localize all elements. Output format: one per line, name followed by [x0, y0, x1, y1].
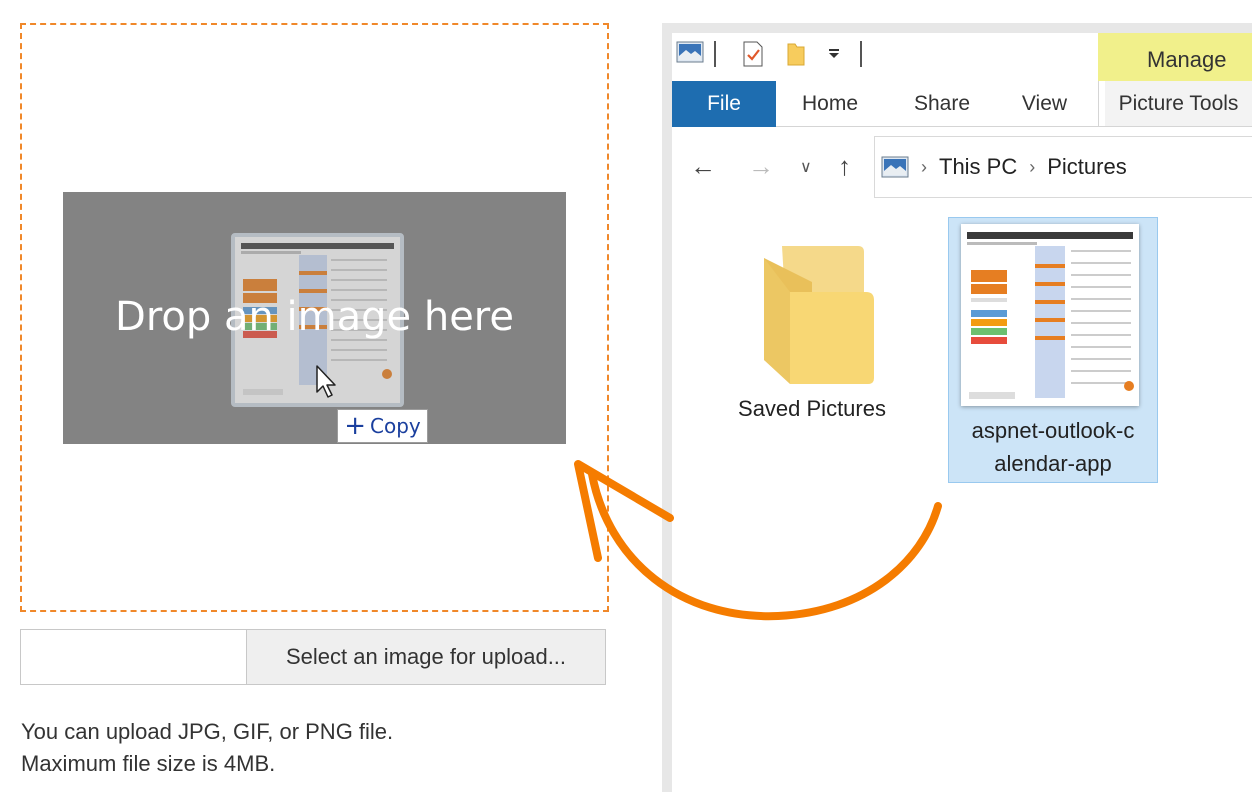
pictures-location-icon: [881, 156, 909, 178]
recent-locations-chevron-icon[interactable]: ∨: [800, 157, 812, 195]
breadcrumb-chevron-icon: ›: [1029, 156, 1036, 177]
manage-context-label: Manage: [1147, 47, 1227, 72]
select-image-button[interactable]: Select an image for upload...: [247, 630, 605, 684]
breadcrumb-chevron-icon: ›: [921, 156, 927, 177]
customize-toolbar-dropdown-icon[interactable]: [828, 49, 840, 59]
copy-label: Copy: [370, 414, 421, 438]
forward-arrow-icon[interactable]: →: [748, 151, 774, 189]
tab-home[interactable]: Home: [785, 81, 875, 127]
quick-access-toolbar: Manage: [672, 33, 1252, 81]
back-arrow-icon[interactable]: ←: [690, 151, 716, 189]
file-label-line1: aspnet-outlook-c: [971, 418, 1135, 443]
drop-overlay[interactable]: Drop an image here + Copy: [63, 192, 566, 444]
ribbon-divider: [1098, 81, 1099, 127]
address-bar[interactable]: › This PC › Pictures: [874, 136, 1252, 198]
tab-picture-tools[interactable]: Picture Tools: [1105, 81, 1252, 127]
up-arrow-icon[interactable]: ↑: [838, 151, 851, 189]
file-label-line2: alendar-app: [994, 451, 1112, 476]
file-item-selected[interactable]: aspnet-outlook-c alendar-app: [948, 217, 1158, 483]
new-folder-icon[interactable]: [786, 41, 806, 67]
folder-item-saved-pictures[interactable]: Saved Pictures: [732, 238, 892, 425]
file-explorer-window: Manage File Home Share View Picture Tool…: [662, 23, 1252, 792]
toolbar-separator: [714, 41, 716, 67]
breadcrumb-this-pc[interactable]: This PC: [939, 154, 1017, 180]
plus-icon: +: [344, 411, 367, 441]
toolbar-separator: [860, 41, 862, 67]
file-label: aspnet-outlook-c alendar-app: [949, 414, 1157, 480]
tab-file[interactable]: File: [672, 81, 776, 127]
image-thumbnail: [961, 224, 1139, 406]
picture-app-icon: [676, 41, 704, 63]
file-name-field[interactable]: [21, 630, 247, 684]
breadcrumb-pictures[interactable]: Pictures: [1047, 154, 1126, 180]
properties-icon[interactable]: [742, 41, 764, 67]
folder-icon: [764, 246, 874, 384]
folder-label: Saved Pictures: [738, 396, 886, 421]
tab-view[interactable]: View: [1007, 81, 1082, 127]
tab-share[interactable]: Share: [897, 81, 987, 127]
drop-instruction: Drop an image here: [115, 294, 514, 340]
file-upload-control: Select an image for upload...: [20, 629, 606, 685]
mouse-pointer-icon: [316, 365, 336, 398]
ribbon-divider: [776, 126, 1252, 127]
copy-tooltip: + Copy: [337, 409, 428, 443]
upload-hint-formats: You can upload JPG, GIF, or PNG file.: [21, 719, 394, 744]
upload-hint-size: Maximum file size is 4MB.: [21, 751, 276, 776]
